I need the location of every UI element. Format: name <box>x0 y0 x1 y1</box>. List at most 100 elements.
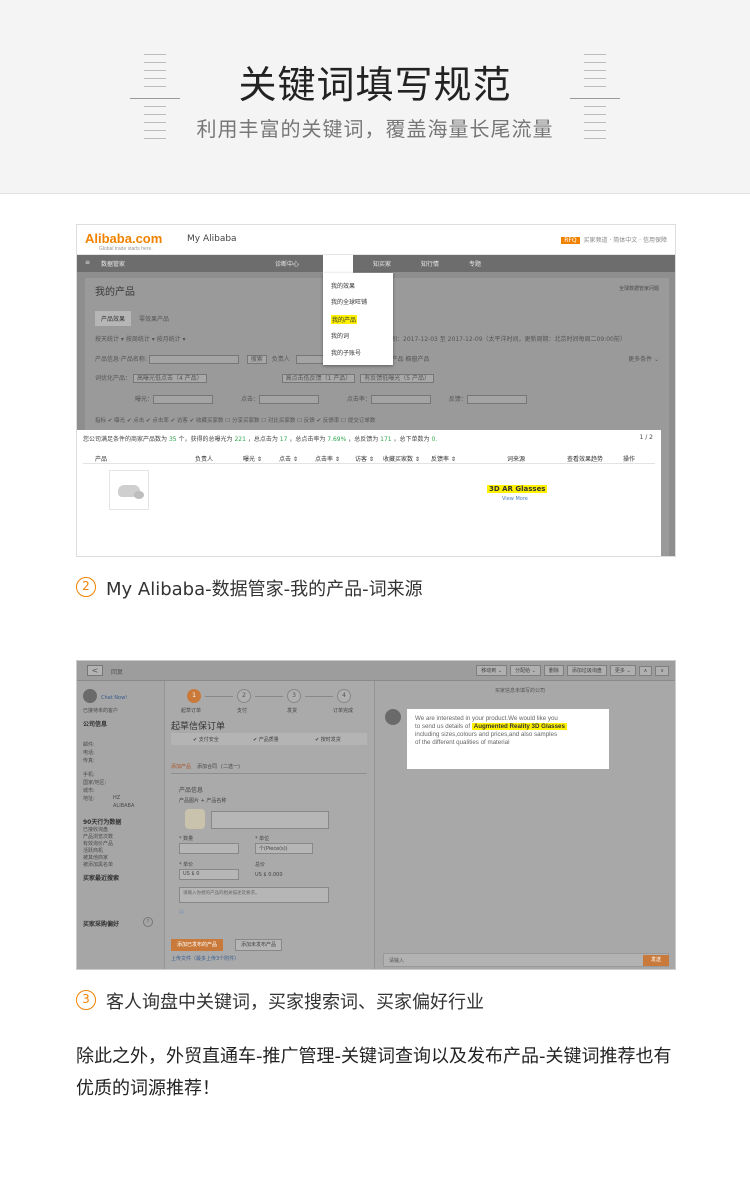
step-4: 4 <box>337 689 351 703</box>
add-published-product-button[interactable]: 添加已发布的产品 <box>171 939 224 951</box>
product-name-field[interactable] <box>211 811 329 829</box>
menu-icon[interactable]: ≡ <box>85 259 90 266</box>
assign-button[interactable]: 分配给 ⌄ <box>510 665 541 676</box>
decorative-lines-right <box>570 54 620 140</box>
unit-select[interactable]: 个(Piece(s)) <box>255 843 313 854</box>
optimize-filter: 词优化产品： 高曝光低点击（4 产品） 高点击低反馈（1 产品） 有反馈低曝光（… <box>95 373 659 383</box>
col-owner: 负责人 <box>195 456 214 463</box>
toolbar-buttons: 移动到 ⌄ 分配给 ⌄ 删除 添加垃圾询盘 更多 ⌄ ∧ ∨ <box>473 665 669 676</box>
delete-button[interactable]: 删除 <box>543 665 564 676</box>
keyword-source-highlight: 3D AR Glasses <box>487 485 548 493</box>
col-clicks[interactable]: 点击 ⇕ <box>279 454 298 463</box>
tab-add-product[interactable]: 添加产品 <box>171 763 191 770</box>
tab-zero-effect[interactable]: 零效果产品 <box>133 311 175 326</box>
exposure-range[interactable] <box>153 395 214 404</box>
caption-text-3: 客人询盘中关键词，买家搜索词、买家偏好行业 <box>106 992 484 1013</box>
tab-product-effect[interactable]: 产品效果 <box>95 311 132 326</box>
unit-price-field[interactable]: US $ 0 <box>179 869 239 880</box>
inquiry-toolbar: < 回复 移动到 ⌄ 分配给 ⌄ 删除 添加垃圾询盘 更多 ⌄ ∧ ∨ <box>77 661 675 681</box>
buyer-info-sidebar: Chat Now! 已接待未的客户 公司信息 邮件: 电话: 传真: 手机: 国… <box>77 681 165 969</box>
recent-search-title: 买家最近搜索 <box>83 875 120 882</box>
col-trend: 查看效果趋势 <box>567 456 604 463</box>
product-name-input[interactable] <box>148 355 239 364</box>
pagination[interactable]: 1 / 2 <box>640 434 653 441</box>
col-exposure[interactable]: 曝光 ⇕ <box>243 454 262 463</box>
next-button[interactable]: ∨ <box>655 666 669 676</box>
col-keyword-source: 词来源 <box>507 456 526 463</box>
menu-item-sub-account[interactable]: 我的子账号 <box>331 348 361 357</box>
quantity-field[interactable] <box>179 843 239 854</box>
nav-home[interactable]: 数据管家 <box>101 259 125 268</box>
chip-high-exposure[interactable]: 高曝光低点击（4 产品） <box>132 374 207 383</box>
menu-item-my-effect[interactable]: 我的效果 <box>331 281 355 290</box>
chip-has-feedback[interactable]: 有反馈低曝光（5 产品） <box>360 374 434 383</box>
more-filters-link[interactable]: 更多条件 ⌄ <box>628 354 659 363</box>
step-1: 1 <box>187 689 201 703</box>
nav-item-diagnosis[interactable]: 诊断中心 <box>275 259 299 268</box>
header-banner: 关键词填写规范 利用丰富的关键词，覆盖海量长尾流量 <box>0 0 750 194</box>
caption-text-2: My Alibaba-数据管家-我的产品-词来源 <box>106 579 423 600</box>
behavior-title: 90天行为数据 <box>83 819 122 826</box>
add-unpublished-product-button[interactable]: 添加未发布产品 <box>235 939 283 951</box>
col-product: 产品 <box>95 456 108 463</box>
chat-now-link[interactable]: Chat Now! <box>101 695 127 701</box>
reply-input[interactable]: 请输入 <box>383 953 669 967</box>
inquiry-message: We are interested in your product.We wou… <box>407 709 609 769</box>
menu-item-my-products[interactable]: 我的产品 <box>331 315 358 324</box>
product-image-thumb[interactable] <box>185 809 205 829</box>
move-to-button[interactable]: 移动到 ⌄ <box>476 665 508 676</box>
product-table-area: 您公司满足条件的商家产品数为 35 个，获得的总曝光为 221 ，总点击为 17… <box>77 430 661 556</box>
nav-item-buyers[interactable]: 知买家 <box>373 259 391 268</box>
upload-file-link[interactable]: 上传文件（最多上传3个附件） <box>171 955 239 962</box>
more-button[interactable]: 更多 ⌄ <box>609 665 636 676</box>
search-button[interactable]: 搜索 <box>246 355 267 364</box>
feedback-range[interactable] <box>466 395 527 404</box>
col-favorites[interactable]: 收藏买家数 ⇕ <box>383 454 420 463</box>
menu-item-my-words[interactable]: 我的词 <box>331 331 349 340</box>
my-alibaba-label[interactable]: My Alibaba <box>187 234 237 244</box>
col-feedback-rate[interactable]: 反馈率 ⇕ <box>431 454 456 463</box>
conversation-panel: 买家信息未填写的公司 We are interested in your pro… <box>375 681 675 969</box>
help-icon[interactable]: ? <box>143 917 153 927</box>
description-field[interactable]: 请输入你想的产品的相关描述及要求。 <box>179 887 329 903</box>
spam-button[interactable]: 添加垃圾询盘 <box>566 665 607 676</box>
top-bar: Alibaba.com Global trade starts here. My … <box>77 225 675 255</box>
ctr-range[interactable] <box>370 395 431 404</box>
nav-item-market[interactable]: 知行情 <box>421 259 439 268</box>
date-range: 时间：2017-12-03 至 2017-12-09（太平洋时间，更新周期：北京… <box>385 336 626 343</box>
chip-high-click[interactable]: 高点击低反馈（1 产品） <box>281 374 356 383</box>
col-visitors[interactable]: 访客 ⇕ <box>355 454 374 463</box>
back-button[interactable]: < <box>87 665 103 676</box>
tab-add-contract[interactable]: 添加合同 <box>197 763 217 770</box>
nav-selected-highlight <box>323 255 353 273</box>
step-number-3: 3 <box>76 990 96 1010</box>
table-header: 产品 负责人 曝光 ⇕ 点击 ⇕ 点击率 ⇕ 访客 ⇕ 收藏买家数 ⇕ 反馈率 … <box>83 452 655 464</box>
inquiry-detail-screenshot: < 回复 移动到 ⌄ 分配给 ⌄ 删除 添加垃圾询盘 更多 ⌄ ∧ ∨ Chat Now! … <box>76 660 676 970</box>
main-nav: ≡ 数据管家 诊断中心 知己 知买家 知行情 专题 <box>77 255 675 272</box>
buyer-company: 买家信息未填写的公司 <box>495 688 546 694</box>
top-links[interactable]: RFQ 买家频道 · 简体中文 · 信用保障 <box>561 235 667 244</box>
product-thumbnail[interactable] <box>109 470 149 510</box>
col-actions: 操作 <box>623 456 636 463</box>
stats-summary: 您公司满足条件的商家产品数为 35 个，获得的总曝光为 221 ，总点击为 17… <box>83 436 438 443</box>
help-link[interactable]: 全球数据管家问题 <box>619 285 659 292</box>
keyword-highlight: Augmented Reality 3D Glasses <box>471 723 567 730</box>
page-title: 关键词填写规范 <box>238 63 512 107</box>
menu-item-my-store[interactable]: 我的全球旺铺 <box>331 297 367 306</box>
buyer-avatar <box>83 689 97 703</box>
view-more-link[interactable]: View More <box>502 496 528 502</box>
period-selectors[interactable]: 按天统计 ▾ 按周统计 ▾ 按月统计 ▾ <box>95 336 186 343</box>
total-price: US $ 0.000 <box>255 872 283 878</box>
reply-label[interactable]: 回复 <box>111 667 123 676</box>
zhiji-dropdown-menu: 我的效果 我的全球旺铺 我的产品 我的词 我的子账号 <box>323 273 393 365</box>
alibaba-logo[interactable]: Alibaba.com Global trade starts here. <box>85 231 162 252</box>
delete-icon[interactable]: ▤ <box>179 909 184 915</box>
step-3: 3 <box>287 689 301 703</box>
nav-item-topics[interactable]: 专题 <box>469 259 481 268</box>
col-ctr[interactable]: 点击率 ⇕ <box>315 454 340 463</box>
metric-checkboxes[interactable]: 指标 ✔ 曝光 ✔ 点击 ✔ 点击率 ✔ 访客 ✔ 收藏买家数 ☐ 分享买家数 … <box>95 416 659 426</box>
range-filter: 曝光： 点击： 点击率： 反馈： <box>135 394 659 404</box>
click-range[interactable] <box>258 395 319 404</box>
prev-button[interactable]: ∧ <box>638 666 653 676</box>
send-button[interactable]: 发送 <box>643 955 669 966</box>
